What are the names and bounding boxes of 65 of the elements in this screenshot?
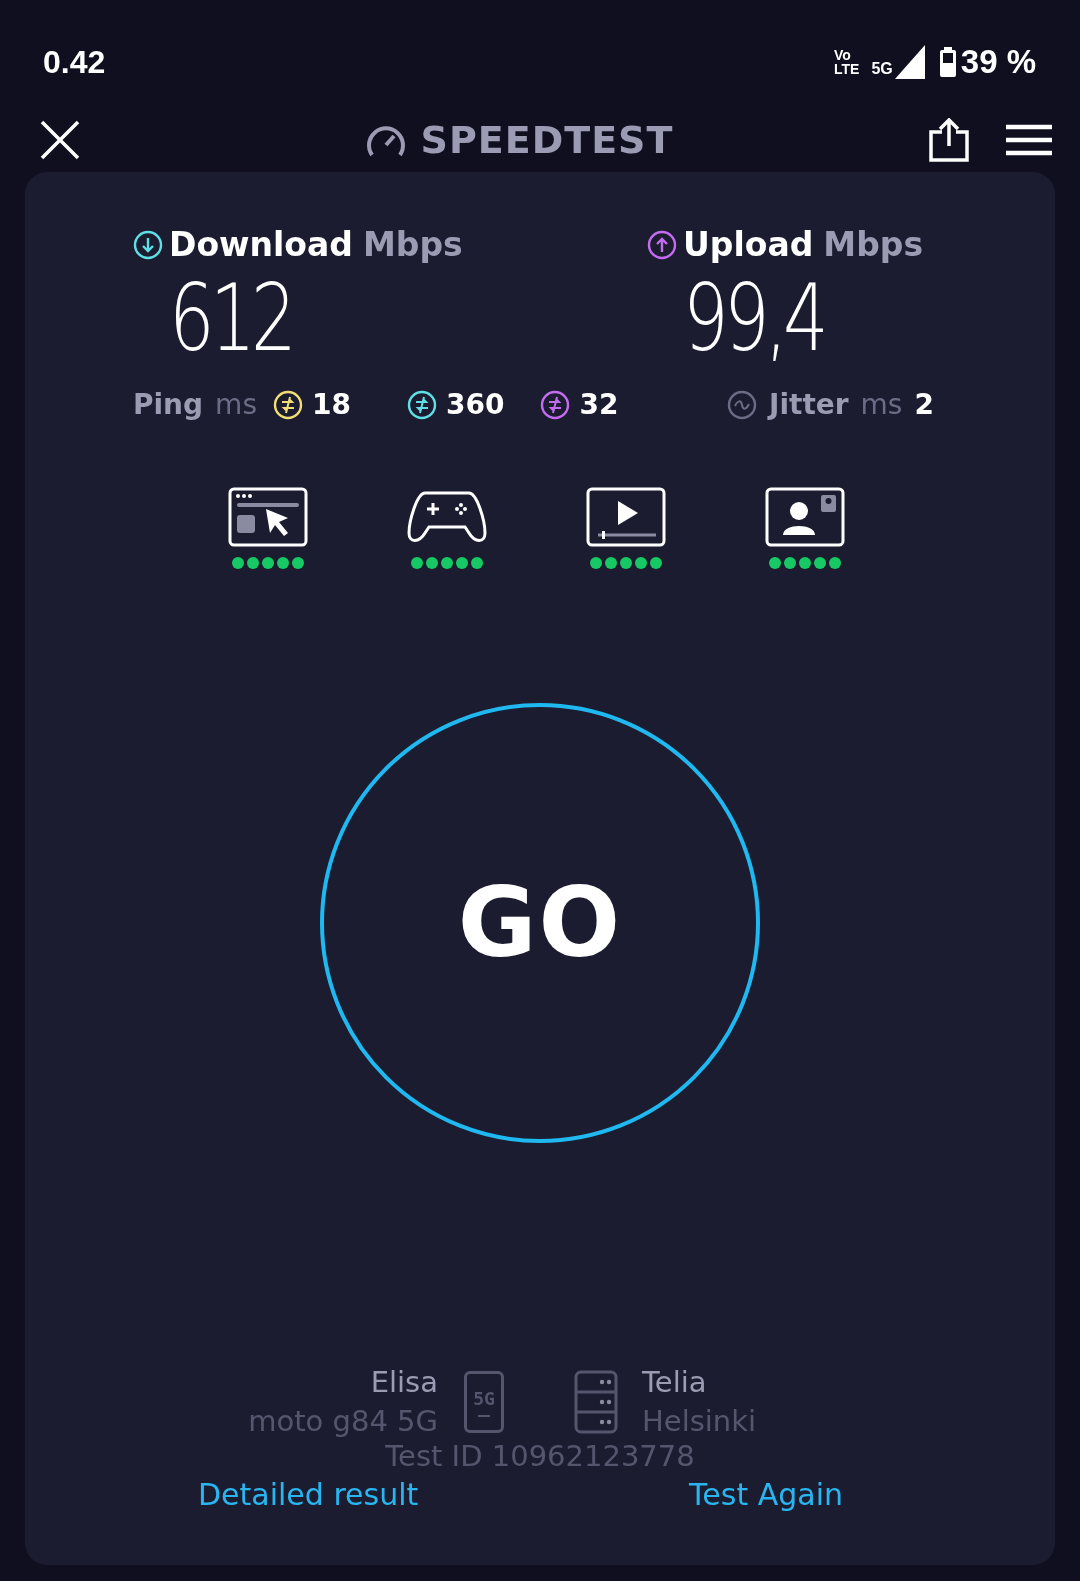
- rating-dot: [231, 557, 244, 569]
- rating-dot: [828, 557, 841, 569]
- jitter-unit: ms: [860, 388, 903, 421]
- ping-value: 18: [312, 388, 351, 421]
- video-call-icon: [764, 487, 845, 547]
- volte-label: LTE: [834, 62, 860, 76]
- jitter-value: 2: [914, 388, 934, 421]
- rating-dot: [604, 557, 617, 569]
- rating-dot: [410, 557, 423, 569]
- rating-dot: [634, 557, 647, 569]
- battery-percent: 39 %: [960, 43, 1036, 81]
- menu-icon[interactable]: [1006, 124, 1052, 156]
- result-link[interactable]: Detailed result: [198, 1477, 419, 1512]
- server-icon: [574, 1370, 618, 1434]
- rating-dot: [783, 557, 796, 569]
- result-unit: Mbps: [362, 225, 463, 264]
- rating-dot: [649, 557, 662, 569]
- network-label: 5G: [473, 1387, 495, 1409]
- result-value: 99,4: [683, 264, 825, 374]
- result-link[interactable]: Test Again: [689, 1477, 843, 1512]
- app-title: SPEEDTEST: [420, 118, 674, 162]
- rating-dot: [470, 557, 483, 569]
- rating-dot: [798, 557, 811, 569]
- jitter-label: Jitter: [769, 388, 849, 421]
- download-icon: [133, 229, 163, 260]
- browser-cursor-icon: [227, 487, 308, 547]
- volte-label: Vo: [834, 48, 851, 62]
- ping-unit: ms: [215, 388, 257, 421]
- ping-icon: [273, 389, 303, 420]
- battery-icon: [938, 47, 957, 77]
- test-id: Test ID 10962123778: [384, 1439, 696, 1473]
- rating-dot: [425, 557, 438, 569]
- signal-icon: [894, 45, 925, 79]
- video-player-icon: [585, 487, 666, 547]
- ping-icon: [406, 389, 437, 420]
- result-value: 612: [169, 264, 292, 374]
- go-button[interactable]: GO: [320, 703, 760, 1143]
- status-time: 0.42: [43, 43, 106, 81]
- rating-dot: [768, 557, 781, 569]
- server-city: Helsinki: [642, 1403, 757, 1440]
- provider-name: Elisa: [370, 1364, 438, 1401]
- network-type: 5G: [871, 60, 893, 78]
- upload-icon: [647, 229, 677, 260]
- result-label: Upload: [683, 225, 814, 264]
- result-unit: Mbps: [823, 225, 924, 264]
- ping-value: 32: [579, 388, 619, 421]
- rating-dot: [813, 557, 826, 569]
- rating-dot: [276, 557, 289, 569]
- ping-icon: [540, 389, 571, 420]
- result-label: Download: [169, 225, 353, 264]
- ping-value: 360: [445, 388, 505, 421]
- rating-dot: [291, 557, 304, 569]
- server-name: Telia: [642, 1364, 707, 1401]
- rating-dot: [619, 557, 632, 569]
- rating-dot: [440, 557, 453, 569]
- device-name: moto g84 5G: [248, 1403, 438, 1440]
- close-icon[interactable]: [40, 120, 80, 160]
- rating-dot: [261, 557, 274, 569]
- rating-dot: [246, 557, 259, 569]
- ping-label: Ping: [133, 388, 204, 421]
- rating-dot: [589, 557, 602, 569]
- jitter-icon: [727, 389, 757, 420]
- speedometer-icon: [364, 123, 407, 157]
- rating-dot: [455, 557, 468, 569]
- share-icon[interactable]: [928, 118, 970, 162]
